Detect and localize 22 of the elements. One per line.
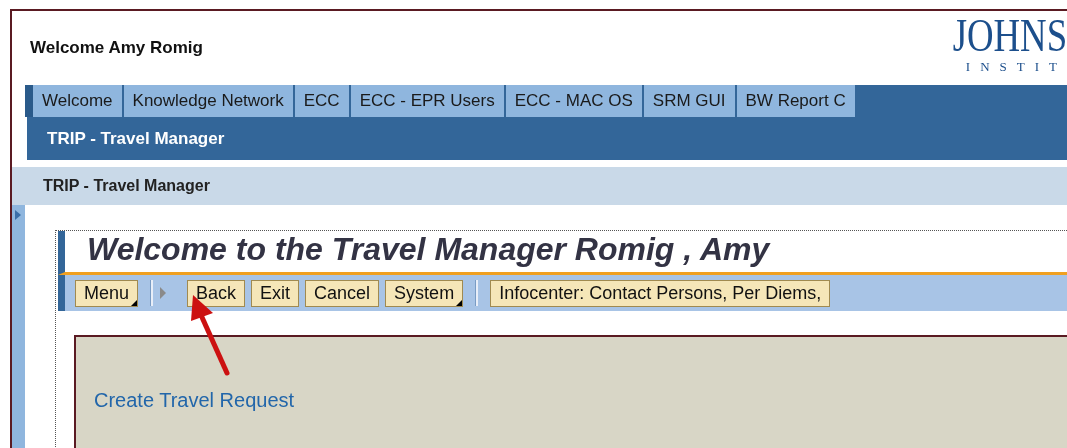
page-title: TRIP - Travel Manager (43, 177, 210, 195)
expand-icon[interactable] (14, 209, 22, 221)
toolbar-button[interactable]: Exit (251, 279, 300, 307)
tab[interactable]: Knowledge Network (123, 85, 295, 117)
toolbar-button[interactable]: System (385, 279, 464, 307)
toolbar-button[interactable]: Cancel (305, 279, 380, 307)
toolbar-button[interactable]: Infocenter: Contact Persons, Per Diems, (490, 279, 831, 307)
logo-text: JOHNS (952, 13, 1067, 59)
toolbar-button[interactable]: Back (187, 279, 246, 307)
tab[interactable]: ECC (294, 85, 351, 117)
tab[interactable]: SRM GUI (643, 85, 737, 117)
tab[interactable]: Welcome (33, 85, 124, 117)
tab[interactable]: BW Report C (736, 85, 857, 117)
toolbar-gripper-icon[interactable] (159, 286, 168, 300)
create-travel-request-link[interactable]: Create Travel Request (94, 389, 295, 411)
sub-navigation-item[interactable]: TRIP - Travel Manager (47, 128, 225, 149)
toolbar-button[interactable]: Menu (75, 279, 139, 307)
logo-subtitle: INSTIT (965, 59, 1067, 75)
tab[interactable]: ECC - EPR Users (350, 85, 506, 117)
tab[interactable]: ECC - MAC OS (505, 85, 644, 117)
welcome-greeting: Welcome Amy Romig (30, 38, 203, 58)
welcome-heading: Welcome to the Travel Manager Romig , Amy (87, 231, 770, 267)
